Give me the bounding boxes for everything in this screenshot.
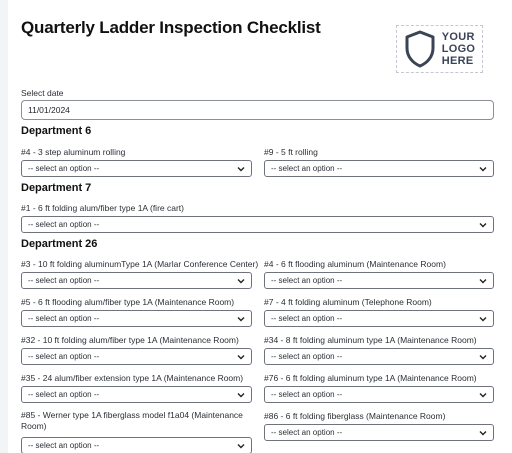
dept26-ladder-76-select[interactable]: -- select an option -- xyxy=(264,386,494,403)
select-value: -- select an option -- xyxy=(28,390,100,399)
form-page: Quarterly Ladder Inspection Checklist YO… xyxy=(8,0,512,453)
dept6-ladder-4-select[interactable]: -- select an option -- xyxy=(21,160,252,177)
dept26-ladder-34-select[interactable]: -- select an option -- xyxy=(264,348,494,365)
chevron-down-icon xyxy=(237,392,245,397)
field-label: #32 - 10 ft folding alum/fiber type 1A (… xyxy=(21,335,239,345)
date-input[interactable]: 11/01/2024 xyxy=(21,100,494,120)
dept26-ladder-4-select[interactable]: -- select an option -- xyxy=(264,272,494,289)
field-label: #4 - 3 step aluminum rolling xyxy=(21,147,126,157)
field-label: #76 - 6 ft folding aluminum type 1A (Mai… xyxy=(264,373,477,383)
chevron-down-icon xyxy=(479,222,487,227)
dept26-ladder-85-select[interactable]: -- select an option -- xyxy=(21,437,252,453)
date-value: 11/01/2024 xyxy=(28,105,70,115)
field-label: #86 - 6 ft folding fiberglass (Maintenan… xyxy=(264,411,446,421)
date-label: Select date xyxy=(21,88,64,98)
select-value: -- select an option -- xyxy=(271,390,343,399)
chevron-down-icon xyxy=(479,278,487,283)
select-value: -- select an option -- xyxy=(28,164,100,173)
field-label: #4 - 6 ft flooding aluminum (Maintenance… xyxy=(264,259,446,269)
chevron-down-icon xyxy=(237,443,245,448)
select-value: -- select an option -- xyxy=(271,276,343,285)
chevron-down-icon xyxy=(479,430,487,435)
dept26-ladder-5-select[interactable]: -- select an option -- xyxy=(21,310,252,327)
select-value: -- select an option -- xyxy=(271,164,343,173)
field-label: #1 - 6 ft folding alum/fiber type 1A (fi… xyxy=(21,203,184,213)
page-title: Quarterly Ladder Inspection Checklist xyxy=(21,18,321,37)
select-value: -- select an option -- xyxy=(28,314,100,323)
select-value: -- select an option -- xyxy=(271,352,343,361)
chevron-down-icon xyxy=(237,316,245,321)
dept26-ladder-35-select[interactable]: -- select an option -- xyxy=(21,386,252,403)
field-label: #34 - 8 ft folding aluminum type 1A (Mai… xyxy=(264,335,477,345)
select-value: -- select an option -- xyxy=(28,352,100,361)
dept26-ladder-3-select[interactable]: -- select an option -- xyxy=(21,272,252,289)
chevron-down-icon xyxy=(479,166,487,171)
field-label: #9 - 5 ft rolling xyxy=(264,147,318,157)
shield-icon xyxy=(405,30,435,68)
field-label: #35 - 24 alum/fiber extension type 1A (M… xyxy=(21,373,244,383)
select-value: -- select an option -- xyxy=(28,276,100,285)
dept26-ladder-32-select[interactable]: -- select an option -- xyxy=(21,348,252,365)
field-label: #85 - Werner type 1A fiberglass model f1… xyxy=(21,410,243,431)
chevron-down-icon xyxy=(479,392,487,397)
chevron-down-icon xyxy=(479,316,487,321)
field-label: #5 - 6 ft flooding alum/fiber type 1A (M… xyxy=(21,297,235,307)
logo-text: YOUR LOGO HERE xyxy=(441,31,476,67)
dept7-ladder-1-select[interactable]: -- select an option -- xyxy=(21,216,494,233)
dept26-ladder-86-select[interactable]: -- select an option -- xyxy=(264,424,494,441)
chevron-down-icon xyxy=(237,278,245,283)
logo-placeholder: YOUR LOGO HERE xyxy=(396,25,483,73)
chevron-down-icon xyxy=(237,166,245,171)
department-7-heading: Department 7 xyxy=(21,182,92,194)
select-value: -- select an option -- xyxy=(28,441,100,450)
department-6-heading: Department 6 xyxy=(21,125,92,137)
chevron-down-icon xyxy=(237,354,245,359)
dept26-ladder-7-select[interactable]: -- select an option -- xyxy=(264,310,494,327)
select-value: -- select an option -- xyxy=(28,220,100,229)
field-label: #7 - 4 ft folding aluminum (Telephone Ro… xyxy=(264,297,432,307)
field-label: #3 - 10 ft folding aluminumType 1A (Marl… xyxy=(21,259,259,269)
select-value: -- select an option -- xyxy=(271,314,343,323)
select-value: -- select an option -- xyxy=(271,428,343,437)
department-26-heading: Department 26 xyxy=(21,238,98,250)
chevron-down-icon xyxy=(479,354,487,359)
dept6-ladder-9-select[interactable]: -- select an option -- xyxy=(264,160,494,177)
